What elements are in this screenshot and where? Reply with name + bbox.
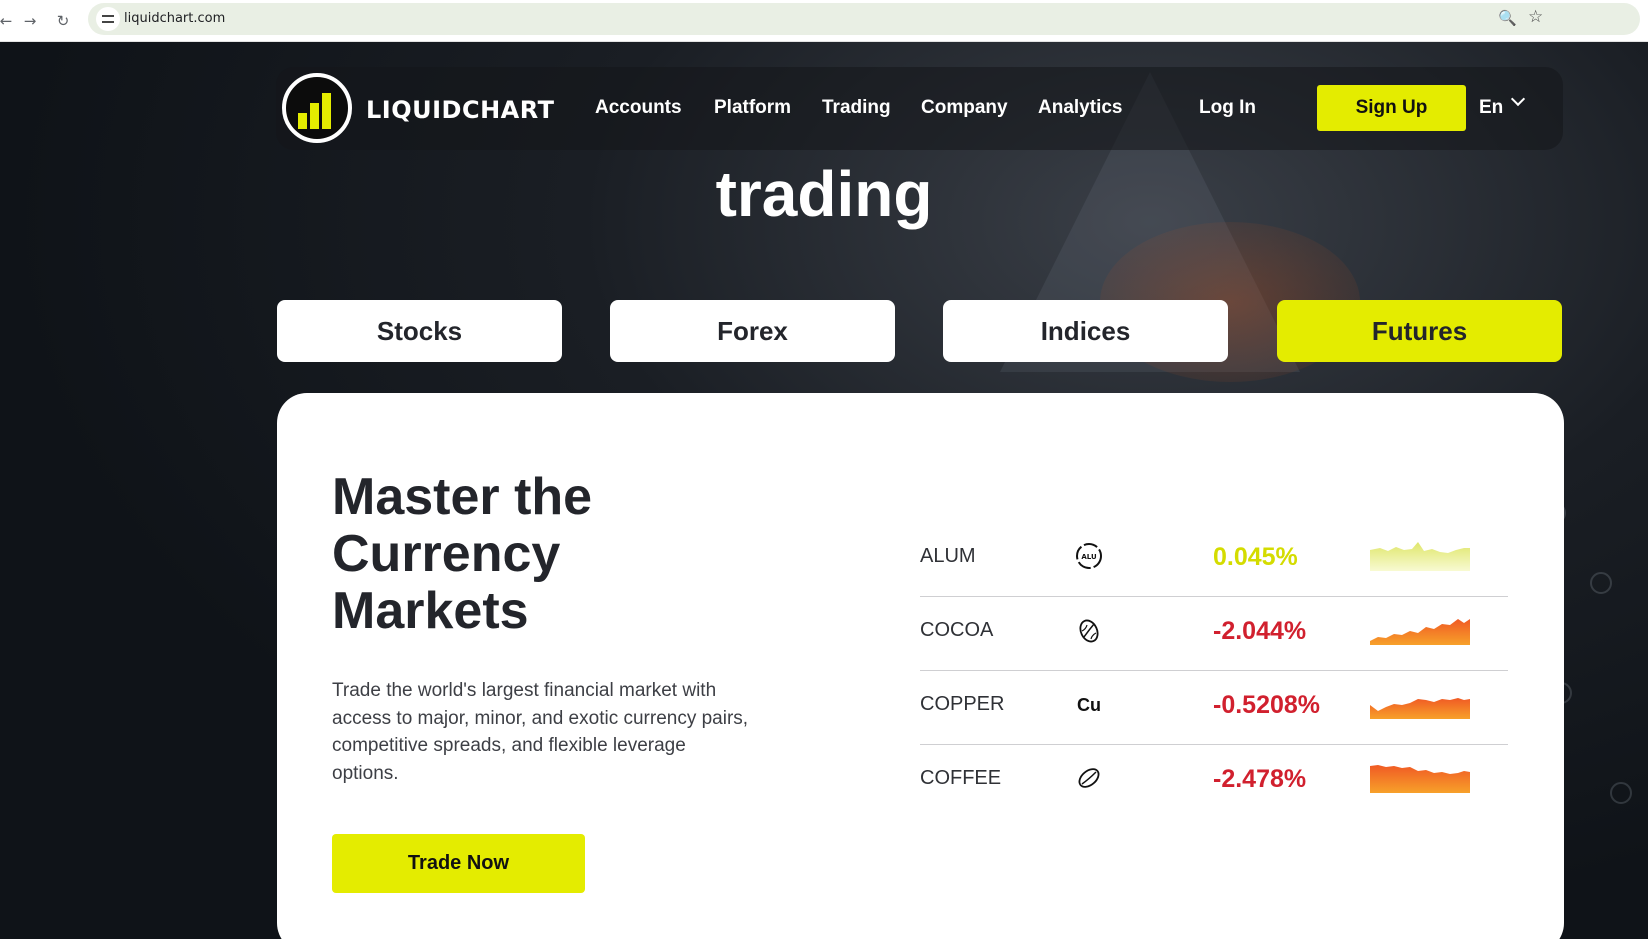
language-selector[interactable]: En <box>1479 97 1503 119</box>
hero-heading: trading <box>715 158 933 230</box>
market-card: Master the Currency Markets Trade the wo… <box>277 393 1564 939</box>
site-header: LIQUIDCHART Accounts Platform Trading Co… <box>276 67 1563 150</box>
browser-toolbar: ← → ↻ liquidchart.com 🔍 ☆ <box>0 0 1648 42</box>
liquidchart-logo-icon[interactable] <box>282 73 352 143</box>
zoom-icon[interactable]: 🔍 <box>1498 9 1517 27</box>
forward-arrow-icon[interactable]: → <box>18 9 42 33</box>
page-body: LIQUIDCHART Accounts Platform Trading Co… <box>0 42 1648 939</box>
address-bar[interactable]: liquidchart.com 🔍 ☆ <box>88 3 1640 35</box>
sparkline-coffee <box>1370 765 1470 793</box>
market-name: COPPER <box>920 693 1005 715</box>
coffee-bean-icon <box>1078 768 1100 788</box>
tab-futures[interactable]: Futures <box>1277 300 1562 362</box>
sparkline-cocoa <box>1370 619 1470 645</box>
sparkline-copper <box>1370 698 1470 719</box>
nav-analytics[interactable]: Analytics <box>1038 97 1122 119</box>
copper-icon-text: Cu <box>1077 695 1101 715</box>
market-row-coffee[interactable]: COFFEE -2.478% <box>920 741 1508 819</box>
market-change: 0.045% <box>1213 543 1298 571</box>
cocoa-bean-icon <box>1079 619 1099 643</box>
market-name: COCOA <box>920 619 994 641</box>
brand-name[interactable]: LIQUIDCHART <box>366 96 555 124</box>
market-change: -0.5208% <box>1213 691 1321 719</box>
login-link[interactable]: Log In <box>1199 97 1256 119</box>
back-arrow-icon[interactable]: ← <box>0 9 18 33</box>
market-name: COFFEE <box>920 767 1002 789</box>
trade-now-button[interactable]: Trade Now <box>332 834 585 893</box>
market-row-alum[interactable]: ALUM ALU 0.045% <box>920 519 1508 597</box>
tab-stocks[interactable]: Stocks <box>277 300 562 362</box>
card-description: Trade the world's largest financial mark… <box>332 680 749 784</box>
tab-indices[interactable]: Indices <box>943 300 1228 362</box>
aluminium-icon-text: ALU <box>1081 553 1097 561</box>
aluminium-icon: ALU <box>1076 543 1102 569</box>
market-change: -2.478% <box>1213 765 1307 793</box>
market-name: ALUM <box>920 545 976 567</box>
tab-forex[interactable]: Forex <box>610 300 895 362</box>
nav-platform[interactable]: Platform <box>714 97 791 119</box>
chevron-down-icon[interactable] <box>1510 91 1526 107</box>
market-row-cocoa[interactable]: COCOA -2.044% <box>920 593 1508 671</box>
copper-icon: Cu <box>1077 695 1101 715</box>
market-row-copper[interactable]: COPPER Cu -0.5208% <box>920 667 1508 745</box>
reload-icon[interactable]: ↻ <box>51 9 75 33</box>
nav-company[interactable]: Company <box>921 97 1008 119</box>
signup-button[interactable]: Sign Up <box>1317 85 1466 131</box>
sparkline-alum <box>1370 542 1470 571</box>
nav-accounts[interactable]: Accounts <box>595 97 682 119</box>
market-change: -2.044% <box>1213 617 1307 645</box>
url-text[interactable]: liquidchart.com <box>124 11 225 26</box>
nav-trading[interactable]: Trading <box>822 97 891 119</box>
site-info-icon[interactable] <box>96 7 120 31</box>
bookmark-star-icon[interactable]: ☆ <box>1528 7 1543 27</box>
card-title: Master the Currency Markets <box>332 468 593 640</box>
